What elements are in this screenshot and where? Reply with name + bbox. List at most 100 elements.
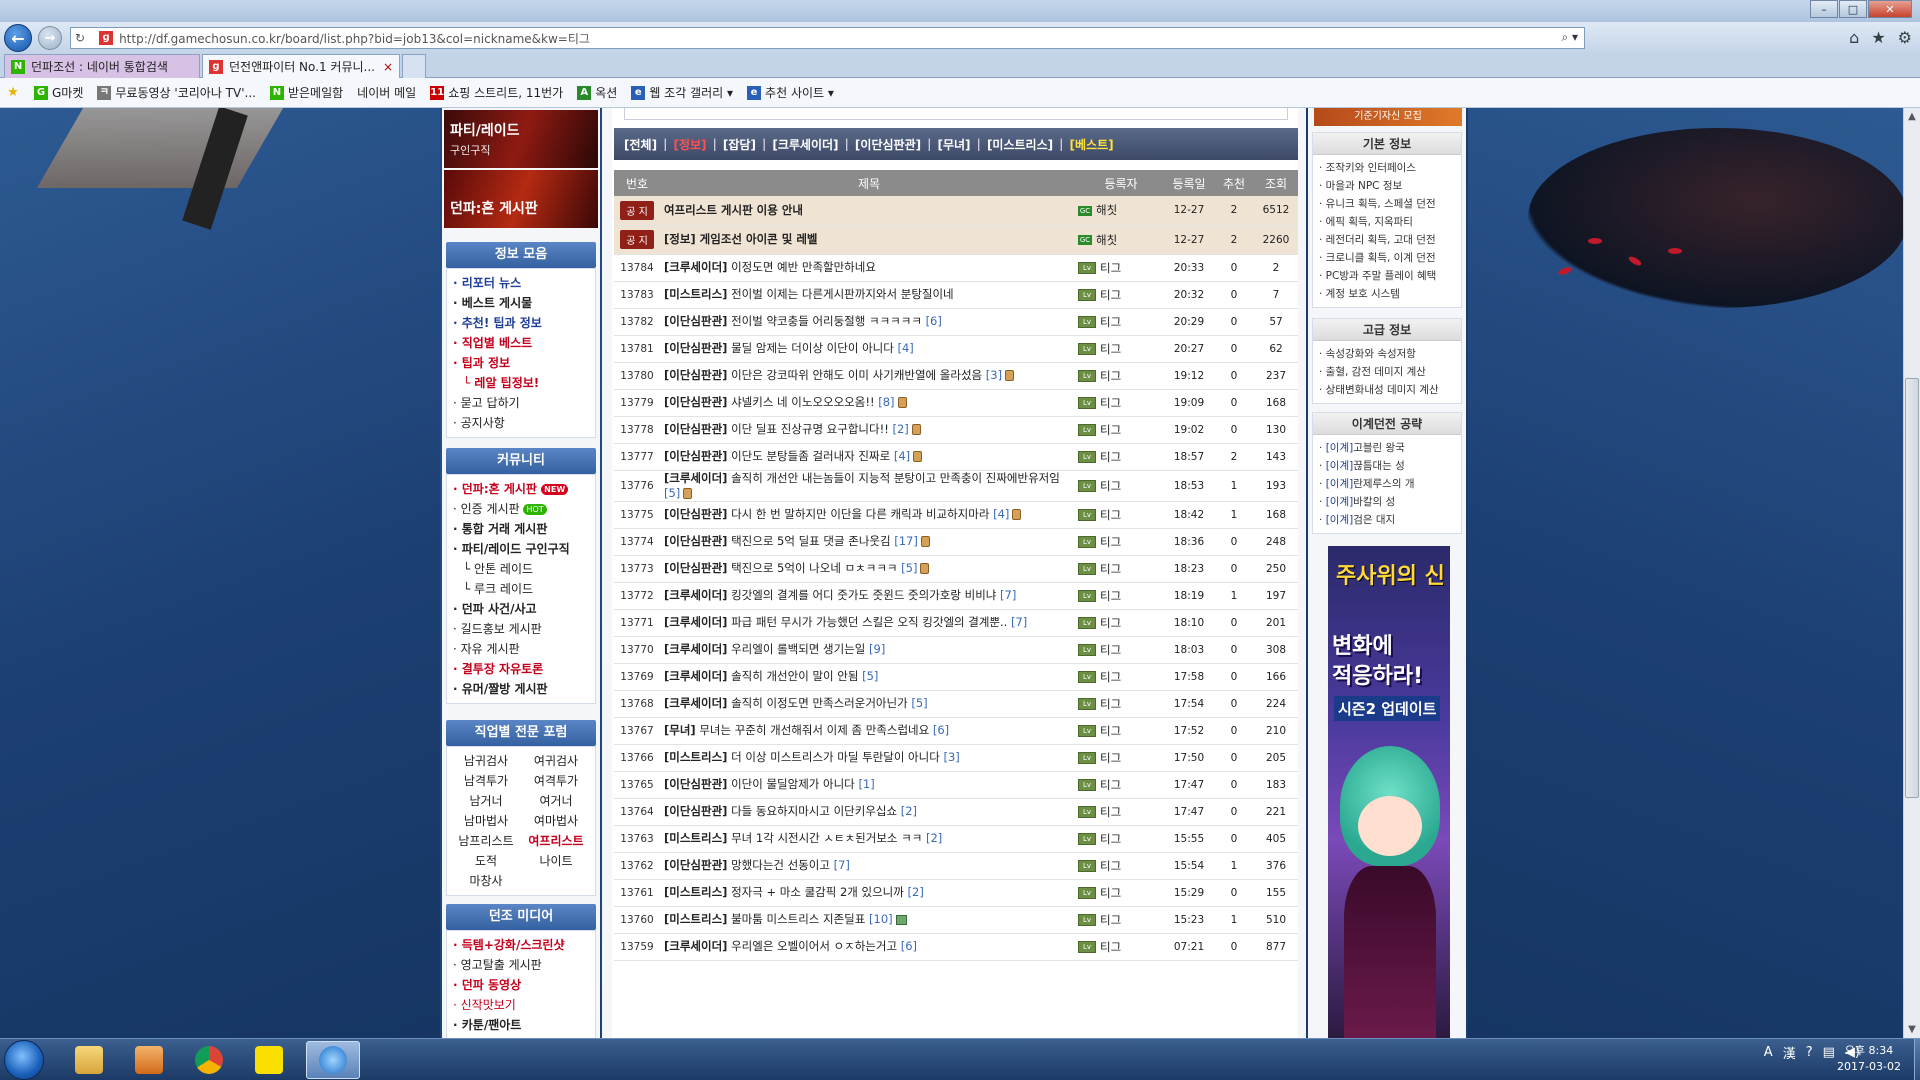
post-title[interactable]: [크루세이더] 솔직히 개선안 내는놈들이 지능적 분탕이고 만족충이 진짜에반… [660,470,1078,502]
post-writer[interactable]: Lv 티그 [1078,879,1164,907]
post-title[interactable]: [크루세이더] 솔직히 개선안이 말이 안됨 [5] [660,663,1078,691]
post-writer[interactable]: Lv 티그 [1078,933,1164,961]
favorite-item[interactable]: e 추천 사이트 ▾ [747,84,834,101]
search-dropdown-icon[interactable]: ⌕ ▾ [1561,30,1578,45]
sidebar-link[interactable]: └ 레알 팁정보! [453,373,589,393]
close-window-button[interactable]: ✕ [1868,0,1912,18]
post-writer[interactable]: Lv 티그 [1078,555,1164,583]
comment-count[interactable]: [2] [901,804,917,818]
table-row[interactable]: 13780 [이단심판관] 이단은 강코따위 안해도 이미 사기캐반열에 올라섰음… [614,362,1298,390]
job-forum-link[interactable]: 남격투가 [451,771,521,791]
table-row[interactable]: 13778 [이단심판관] 이단 딜표 진상규명 요구합니다!! [2] Lv 티그 1… [614,416,1298,444]
post-writer[interactable]: Lv 티그 [1078,825,1164,853]
help-icon[interactable]: ? [1806,1045,1813,1060]
post-writer[interactable]: Lv 티그 [1078,528,1164,556]
hanja-icon[interactable]: 漢 [1783,1043,1796,1062]
forward-button[interactable]: → [38,26,62,50]
clock[interactable]: 오후 8:34 2017-03-02 [1824,1043,1914,1075]
scroll-up-icon[interactable]: ▲ [1904,108,1920,125]
sidebar-link[interactable]: · 자유 게시판 [453,639,589,659]
comment-count[interactable]: [2] [892,422,908,436]
comment-count[interactable]: [5] [911,696,927,710]
post-title[interactable]: [이단심판관] 샤넬키스 네 이노오오오오옴!! [8] [660,389,1078,417]
sidebar-link[interactable]: · 영고탈출 게시판 [453,955,589,975]
comment-count[interactable]: [2] [926,831,942,845]
sidebar-link[interactable]: · 카툰/팬아트 [453,1015,589,1035]
table-row[interactable]: 13771 [크루세이더] 파급 패턴 무시가 가능했던 스킬은 오직 킹갓엘의 … [614,609,1298,637]
otherworld-link[interactable]: · [이계]바칼의 성 [1319,493,1455,511]
sidebar-link[interactable]: · 추천! 팁과 정보 [453,313,589,333]
sidebar-link[interactable]: · 베스트 게시물 [453,293,589,313]
dfhon-board-banner[interactable]: 던파:혼 게시판 [444,170,598,228]
post-title[interactable]: [미스트리스] 더 이상 미스트리스가 마딜 투란달이 아니다 [3] [660,744,1078,772]
post-writer[interactable]: Lv 티그 [1078,636,1164,664]
job-forum-link[interactable]: 남마법사 [451,811,521,831]
table-row[interactable]: 13766 [미스트리스] 더 이상 미스트리스가 마딜 투란달이 아니다 [3]… [614,744,1298,772]
party-raid-banner[interactable]: 파티/레이드 구인구직 [444,110,598,168]
sidebar-link[interactable]: · 인증 게시판 HOT [453,499,589,519]
table-row[interactable]: 13767 [무녀] 무녀는 꾸준히 개선해줘서 이제 좀 만족스럽네요 [6] L… [614,717,1298,745]
notice-row[interactable]: 공 지 여프리스트 게시판 이용 안내 GC 해칫 12-27 2 6512 [614,196,1298,226]
post-writer[interactable]: Lv 티그 [1078,906,1164,934]
post-title[interactable]: [미스트리스] 정자극 + 마소 쿨감픽 2개 있으니까 [2] [660,879,1078,907]
table-row[interactable]: 13764 [이단심판관] 다들 동요하지마시고 이단키우십쇼 [2] Lv 티그 17… [614,798,1298,826]
post-title[interactable]: [크루세이더] 이정도면 예반 만족할만하네요 [660,254,1078,282]
table-row[interactable]: 13776 [크루세이더] 솔직히 개선안 내는놈들이 지능적 분탕이고 만족충이… [614,470,1298,502]
table-row[interactable]: 13777 [이단심판관] 이단도 분탕들좀 걸러내자 진짜로 [4] Lv 티그 18… [614,443,1298,471]
comment-count[interactable]: [7] [1011,615,1027,629]
otherworld-link[interactable]: · [이계]검은 대지 [1319,511,1455,529]
vertical-scrollbar[interactable]: ▲ ▼ [1903,108,1920,1038]
table-row[interactable]: 13775 [이단심판관] 다시 한 번 말하지만 이단을 다른 캐릭과 비교하지… [614,501,1298,529]
post-writer[interactable]: Lv 티그 [1078,254,1164,282]
url-text[interactable]: http://df.gamechosun.co.kr/board/list.ph… [119,30,590,47]
sidebar-link[interactable]: · 득템+강화/스크린샷 [453,935,589,955]
table-row[interactable]: 13765 [이단심판관] 이단이 물딜암제가 아니다 [1] Lv 티그 17:47 0… [614,771,1298,799]
info-link[interactable]: · 크로니클 획득, 이계 던전 [1319,249,1455,267]
category-tab[interactable]: [정보] [673,136,706,153]
job-forum-link[interactable]: 여거너 [521,791,591,811]
info-link[interactable]: · 계정 보호 시스템 [1319,285,1455,303]
post-title[interactable]: [이단심판관] 물딜 암제는 더이상 이단이 아니다 [4] [660,335,1078,363]
notice-title[interactable]: [정보] 게임조선 아이콘 및 레벨 [660,225,1078,255]
comment-count[interactable]: [7] [834,858,850,872]
sidebar-link[interactable]: · 신작맛보기 [453,995,589,1015]
post-writer[interactable]: Lv 티그 [1078,501,1164,529]
comment-count[interactable]: [8] [878,395,894,409]
post-title[interactable]: [크루세이더] 우리엘이 롤백되면 생기는일 [9] [660,636,1078,664]
category-tab[interactable]: [전체] [624,136,657,153]
sidebar-link[interactable]: · 던파:혼 게시판 NEW [453,479,589,499]
post-title[interactable]: [이단심판관] 전이벌 약코충들 어리둥절행 ㅋㅋㅋㅋㅋ [6] [660,308,1078,336]
post-title[interactable]: [이단심판관] 택진으로 5억 딜표 댓글 존나웃김 [17] [660,528,1078,556]
table-row[interactable]: 13769 [크루세이더] 솔직히 개선안이 말이 안됨 [5] Lv 티그 17:58… [614,663,1298,691]
post-writer[interactable]: Lv 티그 [1078,771,1164,799]
info-link[interactable]: · 유니크 획득, 스페셜 던전 [1319,195,1455,213]
close-tab-icon[interactable]: × [383,60,393,74]
favorite-item[interactable]: ★ [6,85,20,100]
post-title[interactable]: [이단심판관] 이단은 강코따위 안해도 이미 사기캐반열에 올라섰음 [3] [660,362,1078,390]
sidebar-link[interactable]: · 직업별 베스트 [453,333,589,353]
game-ad-banner[interactable]: 주사위의 신 변화에 적응하라! 시즌2 업데이트 [1328,546,1450,1038]
category-tab[interactable]: [베스트] [1070,136,1114,153]
post-title[interactable]: [크루세이더] 솔직히 이정도면 만족스러운거아닌가 [5] [660,690,1078,718]
sidebar-link[interactable]: · 던파 동영상 [453,975,589,995]
sidebar-link[interactable]: └ 루크 레이드 [453,579,589,599]
post-title[interactable]: [이단심판관] 다들 동요하지마시고 이단키우십쇼 [2] [660,798,1078,826]
comment-count[interactable]: [4] [897,341,913,355]
sidebar-link[interactable]: · 유머/짤방 게시판 [453,679,589,699]
favorite-item[interactable]: 네이버 메일 [357,84,416,101]
category-tab[interactable]: [크루세이더] [772,136,838,153]
post-writer[interactable]: Lv 티그 [1078,470,1164,502]
category-tab[interactable]: [이단심판관] [855,136,921,153]
post-writer[interactable]: Lv 티그 [1078,717,1164,745]
post-writer[interactable]: Lv 티그 [1078,308,1164,336]
comment-count[interactable]: [7] [1000,588,1016,602]
notice-title[interactable]: 여프리스트 게시판 이용 안내 [660,196,1078,226]
category-tab[interactable]: [잡담] [723,136,756,153]
back-button[interactable]: ← [4,24,32,52]
minimize-button[interactable]: – [1810,0,1838,18]
post-writer[interactable]: Lv 티그 [1078,798,1164,826]
notice-writer[interactable]: GC 해칫 [1078,225,1164,255]
table-row[interactable]: 13763 [미스트리스] 무녀 1각 시전시간 ㅅㅌㅊ된거보소 ㅋㅋ [2] Lv… [614,825,1298,853]
comment-count[interactable]: [9] [869,642,885,656]
sidebar-link[interactable]: └ 안톤 레이드 [453,559,589,579]
